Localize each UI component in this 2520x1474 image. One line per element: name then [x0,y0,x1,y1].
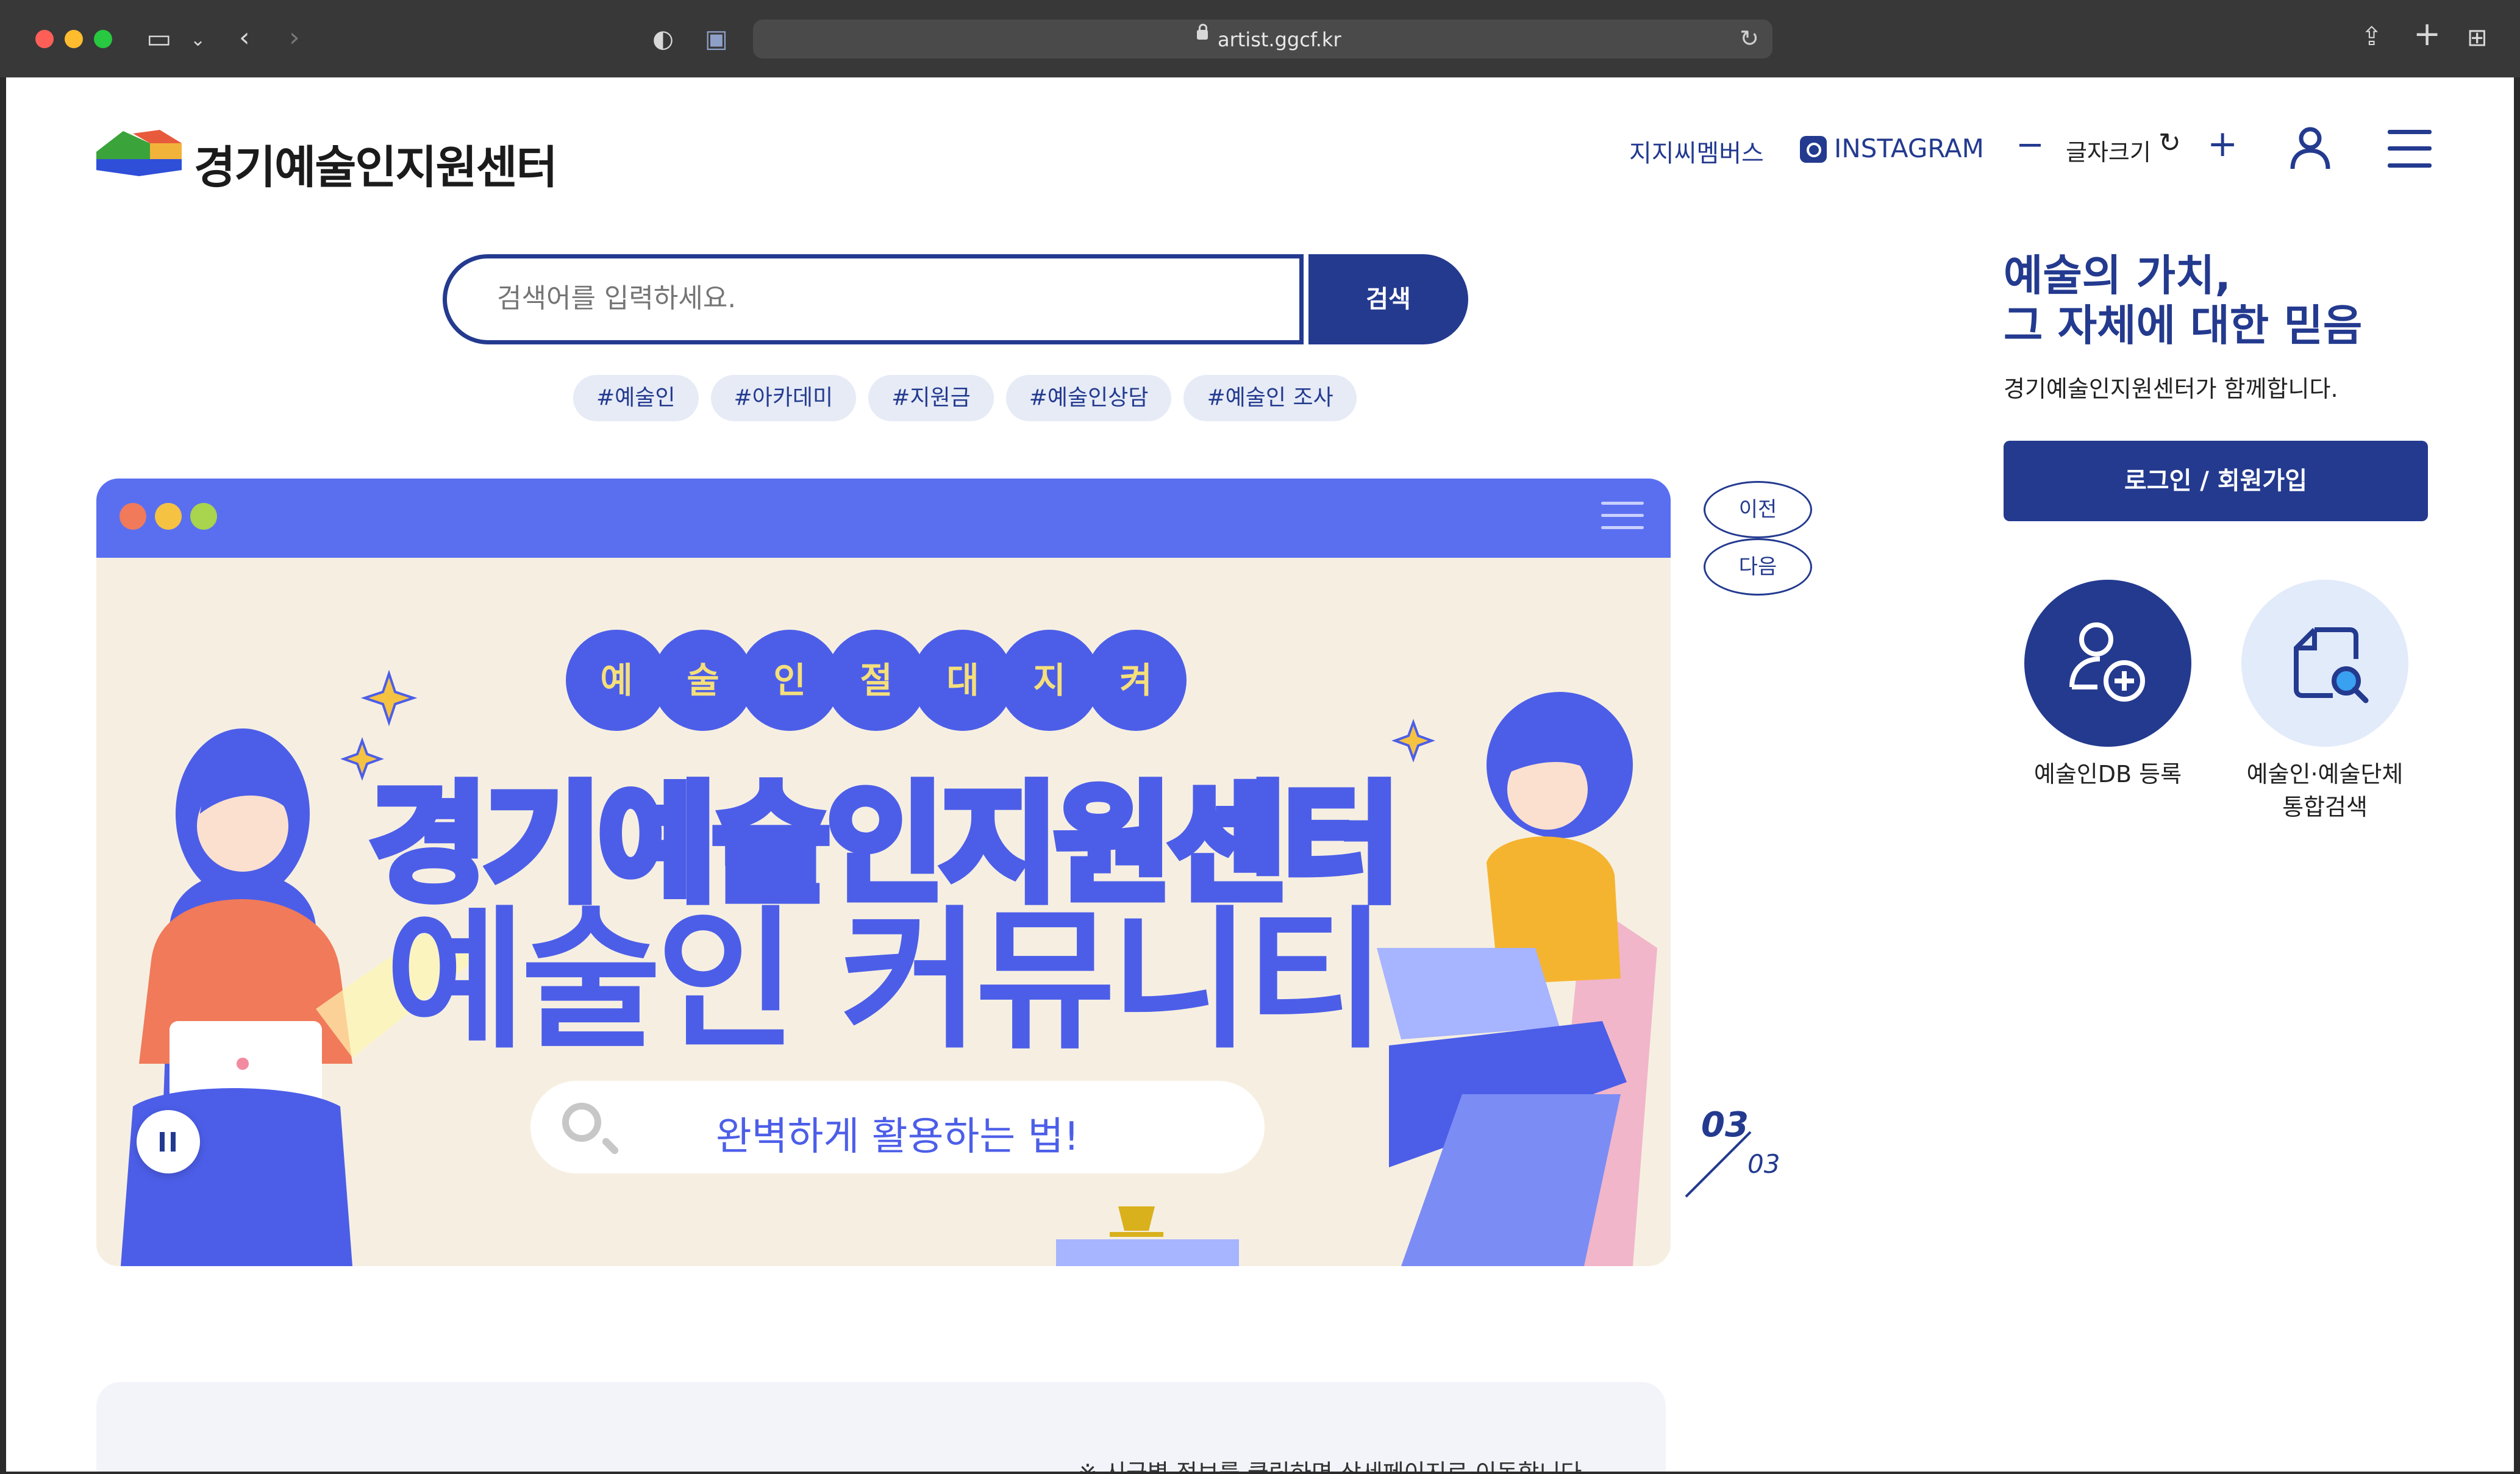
banner-menu-icon [1601,502,1644,532]
url-text: artist.ggcf.kr [1218,28,1341,51]
banner-title-line2: 예술인 커뮤니티 [385,892,1386,1069]
region-info-panel: ※ 시군별 정보를 클릭하면 상세페이지로 이동합니다 [96,1382,1666,1472]
instagram-icon [1800,136,1827,163]
font-reset-icon[interactable]: ↻ [2158,127,2181,158]
carousel-total-pages: 03 [1747,1149,1780,1179]
hashtag-item[interactable]: #아카데미 [710,375,857,421]
logo-text: 경기예술인지원센터 [194,141,558,194]
web-page: 경기예술인지원센터 지지씨멤버스 INSTAGRAM − 글자크기 ↻ + 검색… [6,77,2514,1472]
chevron-down-icon[interactable]: ⌄ [190,27,205,54]
nav-link-members[interactable]: 지지씨멤버스 [1629,134,1764,169]
font-decrease-button[interactable]: − [2016,125,2044,165]
hashtag-list: #예술인 #아카데미 #지원금 #예술인상담 #예술인 조사 [573,375,1357,421]
window-minimize-button[interactable] [65,30,83,48]
bubble-row: 예 술 인 절 대 지 켜 [566,630,1187,731]
nav-link-instagram[interactable]: INSTAGRAM [1834,134,1984,163]
banner-dot-icon [190,503,217,530]
banner-dot-icon [155,503,182,530]
tab-grid-icon[interactable]: ⊞ [2467,24,2488,51]
hamburger-menu-icon[interactable] [2388,130,2432,168]
banner-search-pill: 완벽하게 활용하는 법! [530,1081,1265,1173]
carousel-next-button[interactable]: 다음 [1704,538,1812,596]
search-field[interactable] [443,254,1304,344]
window-zoom-button[interactable] [94,30,112,48]
share-icon[interactable]: ⇪ [2361,23,2382,50]
login-signup-button[interactable]: 로그인 / 회원가입 [2004,441,2428,521]
privacy-shield-icon[interactable]: ◐ [652,26,674,52]
hashtag-item[interactable]: #지원금 [868,375,994,421]
integrated-search-label: 예술인·예술단체 통합검색 [2215,758,2435,824]
region-info-note: ※ 시군별 정보를 클릭하면 상세페이지로 이동합니다 [1078,1454,1582,1472]
logo-mark-icon [96,130,182,176]
bubble-char: 켜 [1085,630,1187,731]
integrated-search-button[interactable] [2241,580,2408,747]
banner-dot-icon [120,503,146,530]
integrated-search-label-line1: 예술인·예술단체 [2246,761,2404,788]
pause-button[interactable] [137,1110,200,1173]
banner-pill-text: 완벽하게 활용하는 법! [715,1114,1080,1159]
sidebar-toggle-icon[interactable]: ▭ [146,26,172,52]
window-close-button[interactable] [35,30,54,48]
back-icon[interactable]: ‹ [239,24,250,51]
hashtag-item[interactable]: #예술인 조사 [1183,375,1357,421]
user-add-icon [2069,622,2145,702]
hashtag-item[interactable]: #예술인상담 [1005,375,1172,421]
font-increase-button[interactable]: + [2207,123,2238,165]
document-search-icon [2294,627,2369,703]
font-size-label: 글자크기 [2066,139,2151,166]
slogan-line1: 예술의 가치, [2004,251,2231,301]
artist-db-register-label: 예술인DB 등록 [2033,761,2182,788]
tab-overview-icon[interactable]: ▣ [705,26,728,52]
new-tab-icon[interactable]: + [2413,18,2441,51]
browser-toolbar: ▭ ⌄ ‹ › ◐ ▣ artist.ggcf.kr ↻ ⇪ + ⊞ [0,0,2520,77]
search-input[interactable] [496,279,1230,317]
user-icon[interactable] [2289,126,2332,170]
slogan-line2: 그 자체에 대한 믿음 [2004,301,2363,351]
slogan-heading: 예술의 가치, 그 자체에 대한 믿음 [2004,251,2362,351]
hero-banner[interactable]: 예 술 인 절 대 지 켜 경기예술인지원센터 예술인 커뮤니티 완벽하게 활용… [96,479,1671,1266]
artist-db-register-button[interactable] [2024,580,2191,747]
forward-icon[interactable]: › [289,24,300,51]
banner-window-bar [96,479,1671,558]
integrated-search-label-line2: 통합검색 [2282,794,2368,821]
reload-icon[interactable]: ↻ [1740,25,1759,52]
lock-icon [1197,24,1208,40]
carousel-prev-button[interactable]: 이전 [1704,481,1812,538]
slogan-subtext: 경기예술인지원센터가 함께합니다. [2004,376,2338,402]
address-bar[interactable]: artist.ggcf.kr ↻ [753,20,1772,59]
search-button[interactable]: 검색 [1308,254,1468,344]
hashtag-item[interactable]: #예술인 [573,375,699,421]
